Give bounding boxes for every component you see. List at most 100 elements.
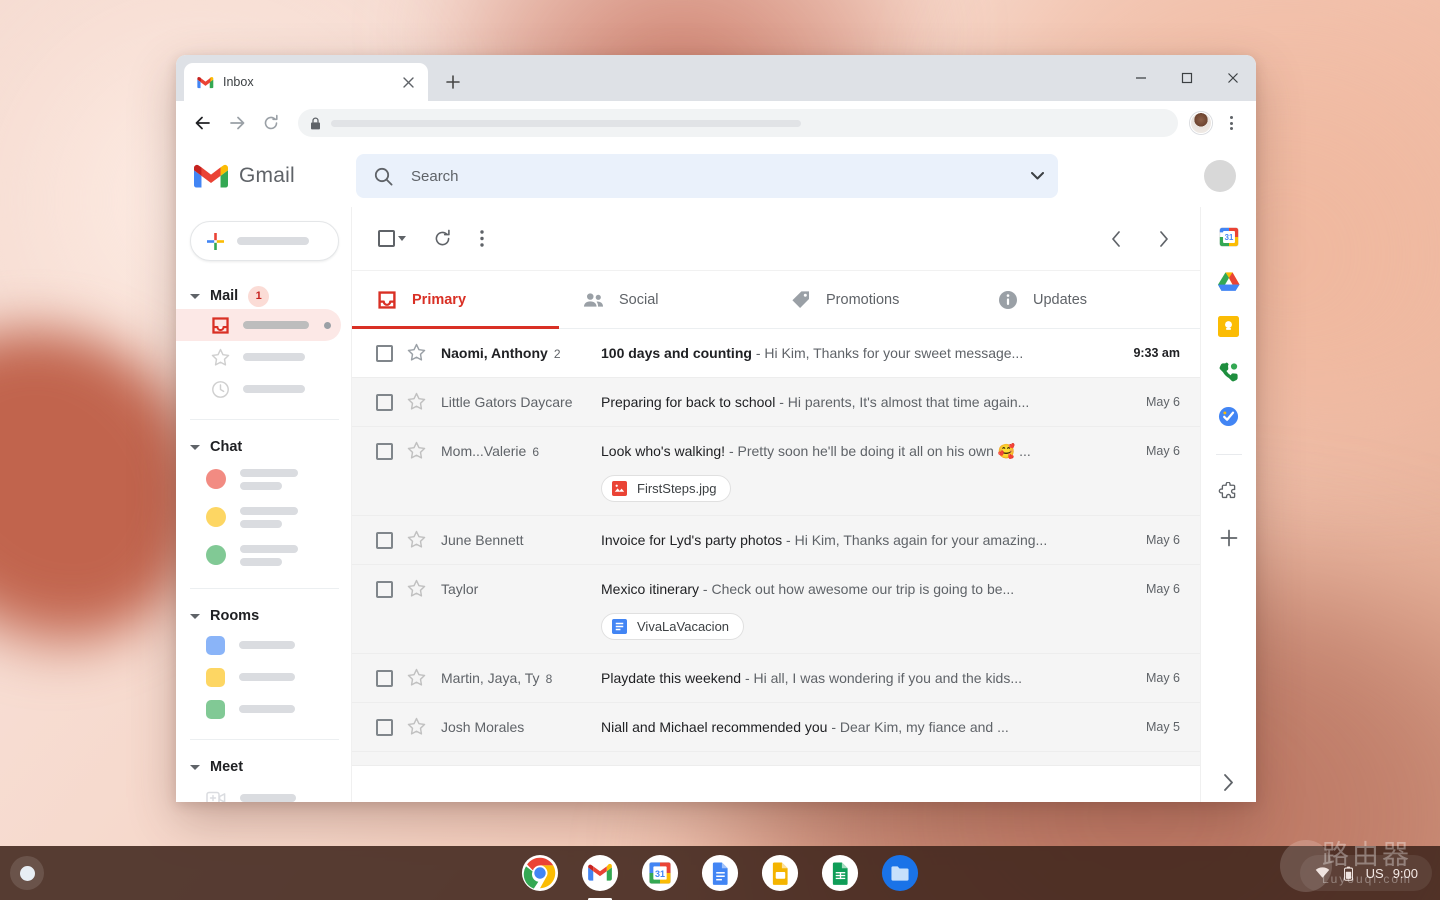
star-icon[interactable] <box>407 392 427 412</box>
divider <box>190 739 339 740</box>
star-icon[interactable] <box>407 668 427 688</box>
sheets-icon[interactable] <box>821 854 859 892</box>
add-ons-puzzle-icon[interactable] <box>1217 481 1240 504</box>
star-icon[interactable] <box>407 579 427 599</box>
chrome-icon[interactable] <box>521 854 559 892</box>
select-all-checkbox[interactable] <box>378 230 406 247</box>
account-avatar[interactable] <box>1204 160 1236 192</box>
chat-list-item[interactable] <box>176 498 351 536</box>
row-checkbox[interactable] <box>376 532 393 549</box>
keep-icon[interactable] <box>1217 315 1240 338</box>
table-row[interactable]: Naomi, Anthony 2 100 days and counting -… <box>352 329 1200 378</box>
caret-down-icon[interactable] <box>190 294 200 299</box>
chat-list-item[interactable] <box>176 460 351 498</box>
previous-page-icon[interactable] <box>1098 221 1134 257</box>
table-row[interactable]: Josh Morales Niall and Michael recommend… <box>352 703 1200 752</box>
chevron-down-icon[interactable] <box>1031 172 1044 180</box>
row-checkbox[interactable] <box>376 719 393 736</box>
close-icon[interactable] <box>399 73 418 92</box>
minimize-button[interactable] <box>1118 55 1164 101</box>
row-checkbox[interactable] <box>376 394 393 411</box>
close-window-button[interactable] <box>1210 55 1256 101</box>
reload-icon[interactable] <box>256 108 286 138</box>
mail-unread-badge: 1 <box>248 286 269 307</box>
sidebar-item-inbox[interactable] <box>176 309 341 341</box>
snooze-clock-icon <box>210 379 230 399</box>
sidebar-item-snoozed[interactable] <box>176 373 341 405</box>
more-options-icon[interactable] <box>464 221 500 257</box>
caret-down-icon[interactable] <box>190 445 200 450</box>
attachment-name: VivaLaVacacion <box>637 619 729 634</box>
table-row[interactable]: June Bennett Invoice for Lyd's party pho… <box>352 516 1200 565</box>
caret-down-icon[interactable] <box>190 614 200 619</box>
svg-text:31: 31 <box>655 869 665 879</box>
table-row[interactable]: Mom...Valerie 6 Look who's walking! - Pr… <box>352 427 1200 516</box>
calendar-icon[interactable]: 31 <box>1217 225 1240 248</box>
sidebar-section-header-meet[interactable]: Meet <box>176 754 351 780</box>
star-icon[interactable] <box>407 441 427 461</box>
maximize-button[interactable] <box>1164 55 1210 101</box>
room-list-item[interactable] <box>176 661 351 693</box>
add-icon[interactable] <box>1217 526 1240 549</box>
files-icon[interactable] <box>881 854 919 892</box>
checkbox[interactable] <box>378 230 395 247</box>
table-row[interactable]: Martin, Jaya, Ty 8 Playdate this weekend… <box>352 654 1200 703</box>
star-icon[interactable] <box>407 717 427 737</box>
status-tray[interactable]: US 9:00 <box>1300 855 1432 891</box>
table-row[interactable]: Taylor Mexico itinerary - Check out how … <box>352 565 1200 654</box>
attachment-chip[interactable]: VivaLaVacacion <box>601 613 744 640</box>
expand-panel-icon[interactable] <box>1217 779 1240 802</box>
tab-primary[interactable]: Primary <box>352 271 559 328</box>
drive-icon[interactable] <box>1217 270 1240 293</box>
forward-arrow-icon[interactable] <box>222 108 252 138</box>
sidebar-section-header-rooms[interactable]: Rooms <box>176 603 351 629</box>
launcher-button[interactable] <box>10 856 44 890</box>
back-arrow-icon[interactable] <box>188 108 218 138</box>
refresh-icon[interactable] <box>424 221 460 257</box>
sidebar-section-header-chat[interactable]: Chat <box>176 434 351 460</box>
room-item-label <box>239 705 295 713</box>
caret-down-icon[interactable] <box>190 765 200 770</box>
table-row[interactable]: Little Gators Daycare Preparing for back… <box>352 378 1200 427</box>
next-page-icon[interactable] <box>1146 221 1182 257</box>
compose-button[interactable] <box>190 221 339 261</box>
star-icon[interactable] <box>407 530 427 550</box>
mail-main-column: Primary Social Promotions <box>352 207 1200 802</box>
chat-list-item[interactable] <box>176 536 351 574</box>
row-controls <box>376 565 427 613</box>
gmail-icon[interactable] <box>581 854 619 892</box>
star-icon[interactable] <box>407 343 427 363</box>
sidebar-item-new-meeting[interactable] <box>176 780 351 802</box>
lock-icon <box>310 117 321 130</box>
sidebar-section-header-mail[interactable]: Mail 1 <box>176 283 351 309</box>
slides-icon[interactable] <box>761 854 799 892</box>
room-list-item[interactable] <box>176 693 351 725</box>
table-row-partial[interactable] <box>352 752 1200 766</box>
row-checkbox[interactable] <box>376 670 393 687</box>
browser-tab-inbox[interactable]: Inbox <box>184 63 428 101</box>
tab-updates[interactable]: Updates <box>973 271 1180 328</box>
gmail-logo[interactable]: Gmail <box>194 163 350 189</box>
avatar <box>206 507 226 527</box>
docs-icon[interactable] <box>701 854 739 892</box>
search-input[interactable]: Search <box>356 154 1058 198</box>
sidebar-item-starred[interactable] <box>176 341 341 373</box>
room-list-item[interactable] <box>176 629 351 661</box>
attachment-name: FirstSteps.jpg <box>637 481 716 496</box>
row-checkbox[interactable] <box>376 345 393 362</box>
attachment-chip[interactable]: FirstSteps.jpg <box>601 475 731 502</box>
tab-promotions[interactable]: Promotions <box>766 271 973 328</box>
new-tab-button[interactable] <box>438 67 468 97</box>
tab-social[interactable]: Social <box>559 271 766 328</box>
row-controls <box>376 427 427 475</box>
row-checkbox[interactable] <box>376 443 393 460</box>
email-body-cell: Invoice for Lyd's party photos - Hi Kim,… <box>601 516 1106 564</box>
tasks-icon[interactable] <box>1217 405 1240 428</box>
profile-avatar[interactable] <box>1190 112 1212 134</box>
chevron-down-icon[interactable] <box>398 236 406 241</box>
row-checkbox[interactable] <box>376 581 393 598</box>
calendar-icon[interactable]: 31 <box>641 854 679 892</box>
voice-icon[interactable] <box>1217 360 1240 383</box>
three-dot-menu-icon[interactable] <box>1218 110 1244 136</box>
address-bar[interactable] <box>298 109 1178 137</box>
